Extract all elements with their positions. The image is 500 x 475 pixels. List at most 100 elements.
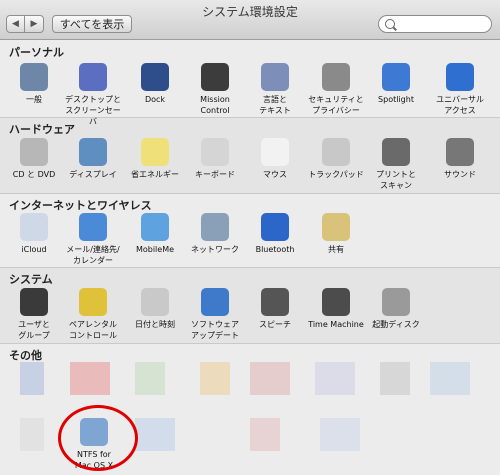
pref-pane-0-7[interactable]: ユニバーサル アクセス — [430, 63, 490, 116]
pref-pane-label: iCloud — [21, 245, 47, 254]
pref-pane-1-4[interactable]: マウス — [245, 138, 305, 180]
pref-pane-label: プリントと スキャン — [376, 170, 416, 190]
search-input[interactable] — [397, 17, 489, 33]
pref-pane-label: 言語と テキスト — [259, 95, 291, 115]
section-title: パーソナル — [9, 46, 64, 59]
pref-pane-icon — [141, 288, 169, 316]
pref-pane-icon — [20, 138, 48, 166]
blurred-pane — [315, 362, 355, 395]
pref-pane-label: ディスプレイ — [69, 170, 117, 179]
pref-pane-2-4[interactable]: Bluetooth — [245, 213, 305, 255]
pref-pane-icon — [322, 213, 350, 241]
pref-pane-icon — [322, 63, 350, 91]
pref-pane-icon — [79, 288, 107, 316]
pref-pane-label: Spotlight — [378, 95, 414, 104]
pref-pane-label: スピーチ — [259, 320, 291, 329]
pref-pane-icon — [201, 288, 229, 316]
forward-button[interactable]: ▶ — [25, 15, 44, 33]
pref-pane-2-5[interactable]: 共有 — [306, 213, 366, 255]
pref-pane-3-5[interactable]: Time Machine — [306, 288, 366, 330]
pref-pane-1-2[interactable]: 省エネルギー — [125, 138, 185, 180]
pref-pane-icon — [141, 63, 169, 91]
pref-pane-2-3[interactable]: ネットワーク — [185, 213, 245, 255]
pref-pane-3-3[interactable]: ソフトウェア アップデート — [185, 288, 245, 341]
pref-pane-label: 日付と時刻 — [135, 320, 175, 329]
pref-pane-label: マウス — [263, 170, 287, 179]
pref-pane-3-2[interactable]: 日付と時刻 — [125, 288, 185, 330]
pref-pane-label: セキュリティと プライバシー — [308, 95, 364, 115]
pref-pane-1-1[interactable]: ディスプレイ — [63, 138, 123, 180]
pref-pane-1-0[interactable]: CD と DVD — [4, 138, 64, 180]
pref-pane-label: デスクトップと スクリーンセーバ — [65, 95, 121, 126]
pref-pane-icon — [261, 213, 289, 241]
pref-pane-label: トラックパッド — [308, 170, 364, 179]
nav-buttons: ◀ ▶ — [6, 15, 44, 33]
pref-pane-icon — [20, 63, 48, 91]
blurred-pane — [250, 418, 280, 451]
blurred-pane — [70, 362, 110, 395]
pref-pane-icon — [20, 288, 48, 316]
titlebar: システム環境設定 ◀ ▶ すべてを表示 — [0, 0, 500, 40]
section-title: システム — [9, 273, 53, 286]
pref-pane-label: 共有 — [328, 245, 344, 254]
blurred-pane — [135, 362, 165, 395]
pref-pane-icon — [382, 63, 410, 91]
pref-pane-0-6[interactable]: Spotlight — [366, 63, 426, 105]
blurred-pane — [320, 418, 360, 451]
highlight-circle — [58, 405, 138, 471]
back-button[interactable]: ◀ — [6, 15, 25, 33]
pref-pane-label: ペアレンタル コントロール — [69, 320, 117, 340]
blurred-pane — [135, 418, 175, 451]
pref-pane-icon — [79, 138, 107, 166]
pref-pane-label: CD と DVD — [12, 170, 56, 179]
section-title: その他 — [9, 349, 42, 362]
pref-pane-icon — [261, 138, 289, 166]
pref-pane-0-2[interactable]: Dock — [125, 63, 185, 105]
pref-pane-icon — [201, 138, 229, 166]
pref-pane-3-1[interactable]: ペアレンタル コントロール — [63, 288, 123, 341]
pref-pane-0-0[interactable]: 一般 — [4, 63, 64, 105]
pref-pane-label: MobileMe — [135, 245, 175, 254]
pref-pane-2-2[interactable]: MobileMe — [125, 213, 185, 255]
pref-pane-1-6[interactable]: プリントと スキャン — [366, 138, 426, 191]
pref-pane-icon — [201, 213, 229, 241]
section-title: インターネットとワイヤレス — [9, 199, 152, 212]
pref-pane-label: 一般 — [26, 95, 42, 104]
pref-pane-1-3[interactable]: キーボード — [185, 138, 245, 180]
pref-pane-1-5[interactable]: トラックパッド — [306, 138, 366, 180]
pref-pane-2-0[interactable]: iCloud — [4, 213, 64, 255]
pref-pane-icon — [20, 213, 48, 241]
pref-pane-icon — [382, 138, 410, 166]
blurred-pane — [430, 362, 470, 395]
pref-pane-3-4[interactable]: スピーチ — [245, 288, 305, 330]
pref-pane-1-7[interactable]: サウンド — [430, 138, 490, 180]
pref-pane-icon — [141, 138, 169, 166]
search-field[interactable] — [378, 15, 492, 33]
pref-pane-label: Mission Control — [200, 95, 230, 115]
pref-pane-0-3[interactable]: Mission Control — [185, 63, 245, 116]
pref-pane-icon — [201, 63, 229, 91]
blurred-pane — [20, 418, 44, 451]
blurred-pane — [200, 362, 230, 395]
pref-pane-2-1[interactable]: メール/連絡先/ カレンダー — [63, 213, 123, 266]
pref-pane-icon — [322, 138, 350, 166]
pref-pane-icon — [141, 213, 169, 241]
pref-pane-label: Time Machine — [308, 320, 364, 329]
pref-pane-0-5[interactable]: セキュリティと プライバシー — [306, 63, 366, 116]
pref-pane-label: ユニバーサル アクセス — [436, 95, 484, 115]
blurred-pane — [250, 362, 290, 395]
pref-pane-icon — [446, 63, 474, 91]
system-preferences-window: システム環境設定 ◀ ▶ すべてを表示 パーソナル ハードウェア インターネット… — [0, 0, 500, 475]
pref-pane-icon — [322, 288, 350, 316]
blurred-pane — [380, 362, 410, 395]
pref-pane-0-1[interactable]: デスクトップと スクリーンセーバ — [63, 63, 123, 127]
pref-pane-label: 省エネルギー — [131, 170, 179, 179]
pref-pane-3-0[interactable]: ユーザと グループ — [4, 288, 64, 341]
search-icon — [385, 19, 395, 29]
pref-pane-label: Bluetooth — [255, 245, 295, 254]
pref-pane-0-4[interactable]: 言語と テキスト — [245, 63, 305, 116]
pref-pane-3-6[interactable]: 起動ディスク — [366, 288, 426, 330]
pref-pane-label: Dock — [144, 95, 166, 104]
show-all-button[interactable]: すべてを表示 — [52, 15, 132, 33]
pref-pane-label: ネットワーク — [191, 245, 239, 254]
